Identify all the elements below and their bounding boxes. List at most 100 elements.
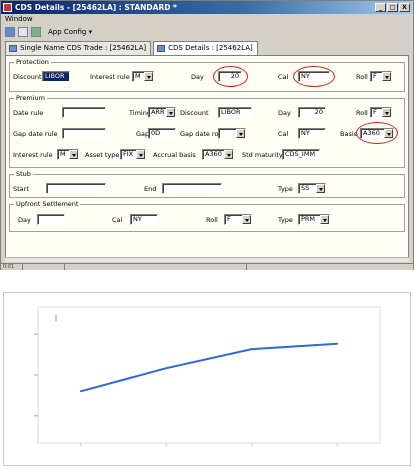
premium-asset-type-combo[interactable]: FIX <box>120 149 146 160</box>
premium-roll-label: Roll <box>356 109 368 117</box>
premium-std-maturity-field[interactable]: CDS_IMM <box>282 149 320 160</box>
horizontal-scrollbar[interactable] <box>5 257 409 262</box>
save-icon[interactable] <box>31 27 41 37</box>
upfront-roll-combo[interactable]: F <box>224 214 252 225</box>
chevron-down-icon[interactable] <box>320 215 329 224</box>
chevron-down-icon[interactable] <box>382 108 391 117</box>
premium-accrual-basis-label: Accrual basis <box>153 151 196 159</box>
premium-discount-field[interactable]: LIBOR <box>218 107 252 118</box>
cds-details-panel: Protection Discount LIBOR Interest rule … <box>5 55 409 261</box>
plot-frame <box>37 306 381 444</box>
combo-value: M <box>135 72 141 80</box>
premium-gap-date-roll-label: Gap date roll <box>180 130 223 138</box>
app-config-menu[interactable]: App Config ▾ <box>48 28 92 36</box>
combo-value: ARR <box>151 108 165 116</box>
premium-gap-date-roll-combo[interactable] <box>218 128 246 139</box>
protection-legend: Protection <box>16 58 49 66</box>
tab-strip: Single Name CDS Trade : [25462LA] CDS De… <box>5 41 258 55</box>
upfront-cal-field[interactable]: NY <box>130 214 158 225</box>
chevron-down-icon[interactable] <box>224 150 233 159</box>
upfront-type-combo[interactable]: PRM <box>298 214 330 225</box>
premium-basis-label: Basis <box>340 130 358 138</box>
upfront-day-field[interactable] <box>37 214 65 225</box>
tab-single-name-cds-trade[interactable]: Single Name CDS Trade : [25462LA] <box>5 41 152 55</box>
premium-date-rule-field[interactable] <box>62 107 106 118</box>
premium-cal-label: Cal <box>278 130 289 138</box>
highlight-circle-cal <box>293 66 335 87</box>
data-point-3 <box>336 342 339 345</box>
highlight-circle-basis <box>356 122 398 144</box>
premium-cal-field[interactable]: NY <box>298 128 326 139</box>
menu-bar: Window <box>1 14 413 25</box>
cds-details-window: CDS Details - [25462LA] : STANDARD * _ □… <box>0 0 414 270</box>
combo-value: F <box>373 108 377 116</box>
details-icon <box>157 45 166 52</box>
refresh-icon[interactable] <box>5 27 15 37</box>
data-point-2 <box>250 348 253 350</box>
highlight-circle-day <box>213 66 248 87</box>
protection-interest-rule-combo[interactable]: M <box>132 71 154 82</box>
combo-value: F <box>227 215 231 223</box>
premium-gap-date-rule-field[interactable] <box>62 128 106 139</box>
line-chart <box>34 306 381 446</box>
data-point-1 <box>165 367 168 369</box>
tab-cds-details[interactable]: CDS Details : [25462LA] <box>153 41 258 55</box>
close-button[interactable]: X <box>399 3 410 12</box>
combo-value: A360 <box>205 150 222 158</box>
chevron-down-icon[interactable] <box>236 129 245 138</box>
stub-type-label: Type <box>278 185 293 193</box>
series-line-0 <box>80 342 338 393</box>
menu-window[interactable]: Window <box>5 15 33 23</box>
minimize-button[interactable]: _ <box>375 3 386 12</box>
premium-std-maturity-label: Std maturity <box>242 151 283 159</box>
chevron-down-icon[interactable] <box>69 150 78 159</box>
stub-type-combo[interactable]: SS <box>298 183 326 194</box>
premium-day-field[interactable]: 20 <box>298 107 326 118</box>
protection-interest-rule-label: Interest rule <box>90 73 130 81</box>
stub-start-field[interactable] <box>46 183 106 194</box>
tab-label: CDS Details : [25462LA] <box>168 44 253 52</box>
stub-end-field[interactable] <box>162 183 222 194</box>
toolbar: App Config ▾ <box>1 25 413 39</box>
stub-start-label: Start <box>13 185 29 193</box>
chevron-down-icon[interactable] <box>316 184 325 193</box>
protection-discount-field[interactable]: LIBOR <box>42 71 70 82</box>
protection-discount-label: Discount <box>13 73 42 81</box>
premium-interest-rule-combo[interactable]: M <box>57 149 79 160</box>
status-time: 0:01 <box>3 264 23 270</box>
upfront-settlement-legend: Upfront Settlement <box>16 200 79 208</box>
protection-roll-combo[interactable]: F <box>370 71 392 82</box>
stub-end-label: End <box>144 185 157 193</box>
premium-discount-label: Discount <box>180 109 209 117</box>
premium-day-label: Day <box>278 109 291 117</box>
combo-value: M <box>60 150 66 158</box>
upfront-day-label: Day <box>18 216 31 224</box>
chevron-down-icon[interactable] <box>242 215 251 224</box>
status-bar: 0:01 <box>1 263 413 270</box>
premium-accrual-basis-combo[interactable]: A360 <box>202 149 234 160</box>
combo-value: F <box>373 72 377 80</box>
chevron-down-icon[interactable] <box>144 72 153 81</box>
window-title: CDS Details - [25462LA] : STANDARD * <box>15 3 177 12</box>
premium-gap-field[interactable]: 0D <box>148 128 176 139</box>
trade-icon <box>9 45 17 52</box>
stub-legend: Stub <box>16 170 31 178</box>
premium-asset-type-label: Asset type <box>85 151 120 159</box>
premium-gap-date-rule-label: Gap date rule <box>13 130 58 138</box>
chevron-down-icon[interactable] <box>382 72 391 81</box>
premium-timing-combo[interactable]: ARR <box>148 107 176 118</box>
premium-roll-combo[interactable]: F <box>370 107 392 118</box>
title-bar[interactable]: CDS Details - [25462LA] : STANDARD * _ □… <box>1 1 413 14</box>
combo-value: PRM <box>301 215 316 223</box>
upfront-roll-label: Roll <box>206 216 218 224</box>
maximize-button[interactable]: □ <box>387 3 398 12</box>
chart-panel <box>3 292 411 466</box>
protection-cal-label: Cal <box>278 73 289 81</box>
combo-value: FIX <box>123 150 134 158</box>
chevron-down-icon[interactable] <box>136 150 145 159</box>
protection-day-label: Day <box>191 73 204 81</box>
grid-icon[interactable] <box>18 27 28 37</box>
upfront-cal-label: Cal <box>112 216 123 224</box>
chevron-down-icon[interactable] <box>166 108 175 117</box>
combo-value: SS <box>301 184 310 192</box>
